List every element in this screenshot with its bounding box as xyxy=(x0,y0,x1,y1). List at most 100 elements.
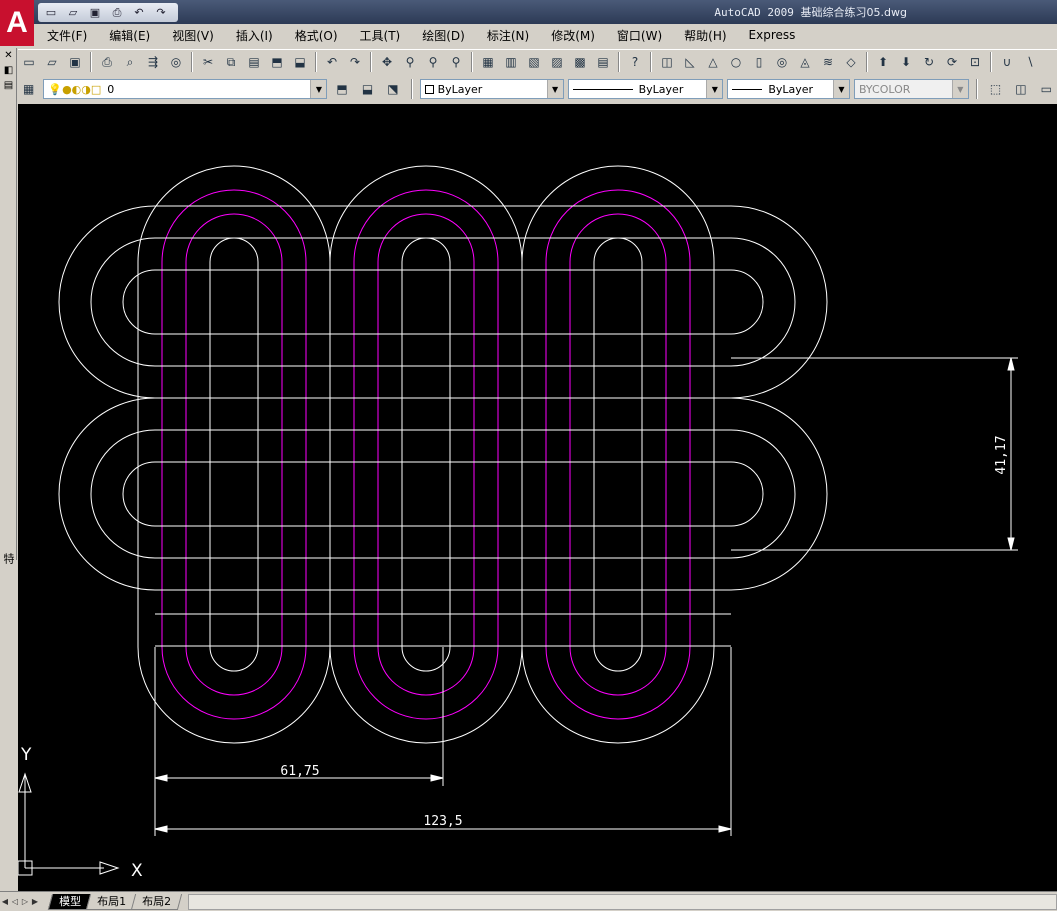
separator xyxy=(866,52,868,72)
paste-icon[interactable]: ▤ xyxy=(243,51,265,73)
menu-dimension[interactable]: 标注(N) xyxy=(476,27,540,44)
menu-help[interactable]: 帮助(H) xyxy=(673,27,737,44)
subtract-icon[interactable]: ∖ xyxy=(1019,51,1041,73)
separator xyxy=(471,52,473,72)
wedge-icon[interactable]: ◺ xyxy=(679,51,701,73)
qnew-icon[interactable]: ▭ xyxy=(18,51,40,73)
pan-icon[interactable]: ✥ xyxy=(376,51,398,73)
presspull-icon[interactable]: ⬇ xyxy=(895,51,917,73)
zoom-window-icon[interactable]: ⚲ xyxy=(422,51,444,73)
help-icon[interactable]: ? xyxy=(624,51,646,73)
linetype-control-dropdown[interactable]: ByLayer ▼ xyxy=(567,79,724,99)
dimension-text-half-width[interactable]: 61,75 xyxy=(280,764,319,779)
torus-icon[interactable]: ◎ xyxy=(771,51,793,73)
left-loop-arc xyxy=(122,461,156,527)
tab-layout2[interactable]: 布局2 xyxy=(130,893,183,910)
planar-surface-icon[interactable]: ◇ xyxy=(840,51,862,73)
lineweight-control-dropdown[interactable]: ByLayer ▼ xyxy=(727,79,850,99)
menu-window[interactable]: 窗口(W) xyxy=(606,27,673,44)
sweep-icon[interactable]: ↻ xyxy=(918,51,940,73)
right-loop-arc xyxy=(730,269,764,335)
sheet-set-icon[interactable]: ▨ xyxy=(546,51,568,73)
separator xyxy=(410,79,413,99)
layer-manager-icon[interactable]: ▦ xyxy=(18,78,39,100)
cone-icon[interactable]: △ xyxy=(702,51,724,73)
layout-icon[interactable]: ⬚ xyxy=(985,78,1006,100)
tab-layout1[interactable]: 布局1 xyxy=(85,893,138,910)
close-icon[interactable]: ✕ xyxy=(1,49,16,63)
calculator-icon[interactable]: ▤ xyxy=(592,51,614,73)
block-editor-icon[interactable]: ⬓ xyxy=(289,51,311,73)
right-loop-arc xyxy=(730,397,828,591)
viewport-icon[interactable]: ◫ xyxy=(1010,78,1031,100)
menu-format[interactable]: 格式(O) xyxy=(284,27,349,44)
menu-draw[interactable]: 绘图(D) xyxy=(411,27,476,44)
color-control-dropdown[interactable]: ByLayer ▼ xyxy=(419,79,564,99)
layer-previous-icon[interactable]: ⬓ xyxy=(357,78,378,100)
cut-icon[interactable]: ✂ xyxy=(197,51,219,73)
lineweight-value: ByLayer xyxy=(768,82,814,96)
drawing-canvas[interactable]: 41,17 61,75 123,5 Y X xyxy=(18,104,1057,891)
last-tab-icon[interactable]: ▶ xyxy=(30,897,40,906)
menu-modify[interactable]: 修改(M) xyxy=(540,27,606,44)
chevron-down-icon[interactable]: ▼ xyxy=(546,80,563,98)
chevron-down-icon: ▼ xyxy=(951,80,968,98)
application-menu-button[interactable]: A xyxy=(0,0,34,46)
menu-edit[interactable]: 编辑(E) xyxy=(98,27,161,44)
publish-icon[interactable]: ⇶ xyxy=(142,51,164,73)
layer-control-dropdown[interactable]: 💡●◐◑□ 0 ▼ xyxy=(43,79,328,99)
dimension-text-vertical[interactable]: 41,17 xyxy=(994,435,1009,474)
copy-icon[interactable]: ⧉ xyxy=(220,51,242,73)
menu-file[interactable]: 文件(F) xyxy=(36,27,98,44)
bottom-loop-arc xyxy=(161,646,307,720)
linetype-value: ByLayer xyxy=(638,82,684,96)
properties-tab[interactable]: 特性 xyxy=(1,553,16,564)
redo-icon[interactable]: ↷ xyxy=(344,51,366,73)
layout-tab-bar: ◀ ◁ ▷ ▶ 模型 布局1 布局2 xyxy=(0,891,1057,911)
prev-tab-icon[interactable]: ◁ xyxy=(10,897,20,906)
layer-states-icon[interactable]: ⬔ xyxy=(382,78,403,100)
box-icon[interactable]: ◫ xyxy=(656,51,678,73)
bottom-loop-arc xyxy=(545,646,691,720)
3d-dwf-icon[interactable]: ◎ xyxy=(165,51,187,73)
dimension-text-full-width[interactable]: 123,5 xyxy=(423,814,462,829)
plot-preview-icon[interactable]: ⌕ xyxy=(119,51,141,73)
menu-express[interactable]: Express xyxy=(738,28,807,42)
current-layer-value: 0 xyxy=(107,82,115,96)
save-icon[interactable]: ▣ xyxy=(64,51,86,73)
union-icon[interactable]: ∪ xyxy=(996,51,1018,73)
menu-view[interactable]: 视图(V) xyxy=(161,27,225,44)
sphere-icon[interactable]: ○ xyxy=(725,51,747,73)
helix-icon[interactable]: ≋ xyxy=(817,51,839,73)
left-loop-arc xyxy=(58,397,156,591)
chevron-down-icon[interactable]: ▼ xyxy=(706,80,723,98)
design-center-icon[interactable]: ▥ xyxy=(500,51,522,73)
lineweight-preview xyxy=(732,88,763,90)
make-object-layer-current-icon[interactable]: ⬒ xyxy=(331,78,352,100)
next-tab-icon[interactable]: ▷ xyxy=(20,897,30,906)
horizontal-scrollbar[interactable] xyxy=(188,893,1057,910)
extrude-icon[interactable]: ⬆ xyxy=(872,51,894,73)
match-properties-icon[interactable]: ⬒ xyxy=(266,51,288,73)
auto-hide-icon[interactable]: ◧ xyxy=(1,64,16,78)
properties-icon[interactable]: ▦ xyxy=(477,51,499,73)
menu-insert[interactable]: 插入(I) xyxy=(225,27,284,44)
markup-icon[interactable]: ▩ xyxy=(569,51,591,73)
zoom-realtime-icon[interactable]: ⚲ xyxy=(399,51,421,73)
palette-menu-icon[interactable]: ▤ xyxy=(1,79,16,93)
undo-icon[interactable]: ↶ xyxy=(321,51,343,73)
open-icon[interactable]: ▱ xyxy=(41,51,63,73)
pyramid-icon[interactable]: ◬ xyxy=(794,51,816,73)
chevron-down-icon[interactable]: ▼ xyxy=(310,80,327,98)
chevron-down-icon[interactable]: ▼ xyxy=(832,80,849,98)
separator xyxy=(370,52,372,72)
zoom-previous-icon[interactable]: ⚲ xyxy=(445,51,467,73)
page-setup-icon[interactable]: ▭ xyxy=(1036,78,1057,100)
first-tab-icon[interactable]: ◀ xyxy=(0,897,10,906)
revolve-icon[interactable]: ⟳ xyxy=(941,51,963,73)
tool-palettes-icon[interactable]: ▧ xyxy=(523,51,545,73)
cylinder-icon[interactable]: ▯ xyxy=(748,51,770,73)
plot-icon[interactable]: ⎙ xyxy=(96,51,118,73)
loft-icon[interactable]: ⊡ xyxy=(964,51,986,73)
menu-tools[interactable]: 工具(T) xyxy=(349,27,412,44)
